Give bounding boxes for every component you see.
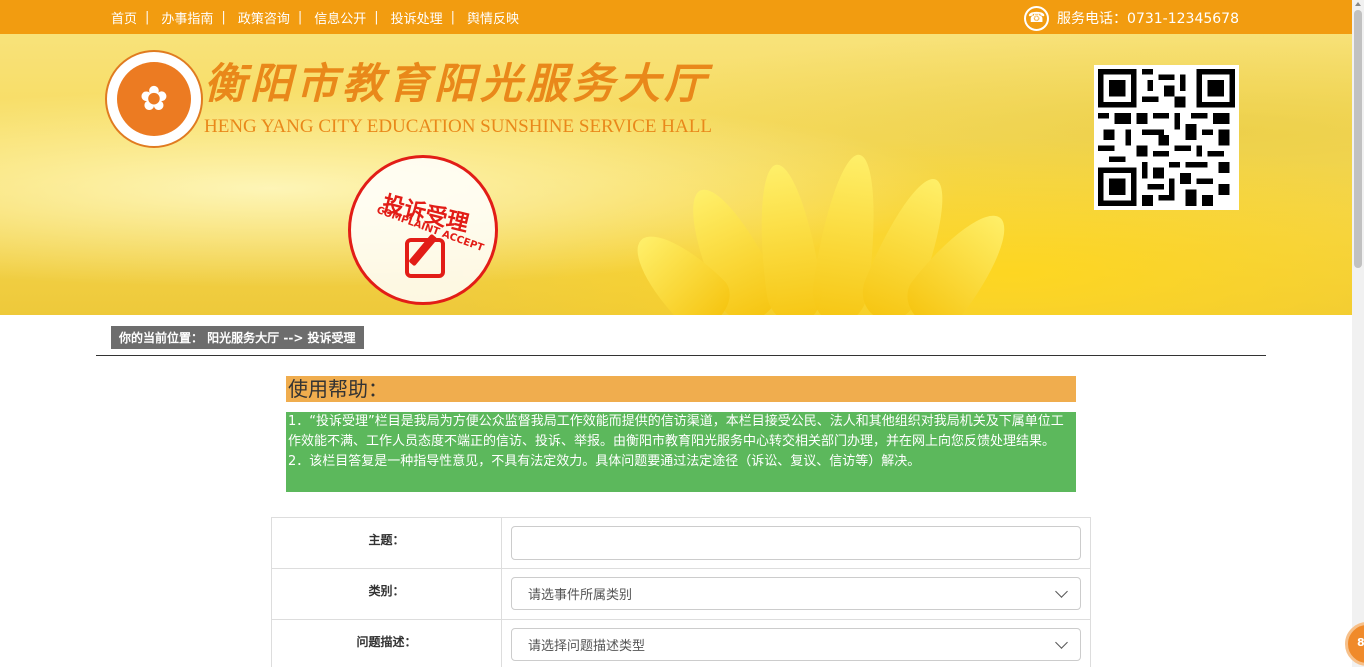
subject-label: 主题： xyxy=(272,518,502,568)
header-banner: ✿ 衡阳市教育阳光服务大厅 HENG YANG CITY EDUCATION S… xyxy=(0,34,1352,315)
dove-icon: ✿ xyxy=(117,62,191,136)
site-logo[interactable]: ✿ xyxy=(105,50,203,148)
qr-code xyxy=(1094,65,1239,210)
nav-separator: | xyxy=(374,9,379,25)
form-row-category: 类别： 请选事件所属类别 xyxy=(271,569,1091,620)
category-label: 类别： xyxy=(272,569,502,619)
scrollbar-thumb[interactable] xyxy=(1354,10,1362,268)
category-select-value: 请选事件所属类别 xyxy=(528,588,633,603)
chevron-down-icon xyxy=(1055,585,1068,598)
nav-item-disclosure[interactable]: 信息公开 xyxy=(314,8,366,27)
nav-separator: | xyxy=(221,9,226,25)
form-row-description: 问题描述： 请选择问题描述类型 xyxy=(271,620,1091,667)
help-line-2: 2．该栏目答复是一种指导性意见，不具有法定效力。具体问题要通过法定途径（诉讼、复… xyxy=(288,454,921,469)
form-row-subject: 主题： xyxy=(271,518,1091,569)
nav-item-opinion[interactable]: 舆情反映 xyxy=(467,8,519,27)
description-type-select[interactable]: 请选择问题描述类型 xyxy=(511,628,1081,661)
nav-item-complaint[interactable]: 投诉处理 xyxy=(391,8,443,27)
divider xyxy=(96,355,1266,356)
service-phone: ☎ 服务电话：0731-12345678 xyxy=(1024,5,1239,31)
complaint-accept-seal: 投诉受理 COMPLAINT ACCEPT xyxy=(348,155,498,305)
top-nav-bar: 首页 | 办事指南 | 政策咨询 | 信息公开 | 投诉处理 | 舆情反映 ☎ 服务电话：… xyxy=(0,0,1352,34)
nav-separator: | xyxy=(145,9,150,25)
nav-item-policy[interactable]: 政策咨询 xyxy=(238,8,290,27)
site-title: 衡阳市教育阳光服务大厅 xyxy=(204,59,711,108)
chevron-down-icon xyxy=(1055,636,1068,649)
help-title: 使用帮助： xyxy=(286,376,1076,402)
scroll-up-arrow-icon[interactable] xyxy=(1355,2,1361,6)
help-line-1: 1．“投诉受理”栏目是我局为方便公众监督我局工作效能而提供的信访渠道，本栏目接受… xyxy=(288,414,1064,449)
site-title-english: HENG YANG CITY EDUCATION SUNSHINE SERVIC… xyxy=(204,116,712,137)
vertical-scrollbar[interactable] xyxy=(1352,0,1364,667)
phone-icon: ☎ xyxy=(1024,5,1050,31)
breadcrumb: 你的当前位置： 阳光服务大厅 --> 投诉受理 xyxy=(111,326,364,349)
nav-separator: | xyxy=(450,9,456,25)
category-select[interactable]: 请选事件所属类别 xyxy=(511,577,1081,610)
description-label: 问题描述： xyxy=(272,620,502,667)
phone-text: 服务电话：0731-12345678 xyxy=(1057,11,1239,27)
nav-separator: | xyxy=(297,9,303,25)
complaint-form: 主题： 类别： 请选事件所属类别 问题描述： 请选择问题描述类型 xyxy=(271,517,1091,667)
subject-input[interactable] xyxy=(511,526,1081,560)
nav-item-guide[interactable]: 办事指南 xyxy=(161,8,213,27)
nav-menu: 首页 | 办事指南 | 政策咨询 | 信息公开 | 投诉处理 | 舆情反映 xyxy=(111,0,519,34)
description-select-value: 请选择问题描述类型 xyxy=(528,639,646,654)
help-content: 1．“投诉受理”栏目是我局为方便公众监督我局工作效能而提供的信访渠道，本栏目接受… xyxy=(286,412,1076,492)
floating-badge[interactable]: 81 xyxy=(1345,622,1364,666)
nav-item-home[interactable]: 首页 xyxy=(111,8,137,27)
